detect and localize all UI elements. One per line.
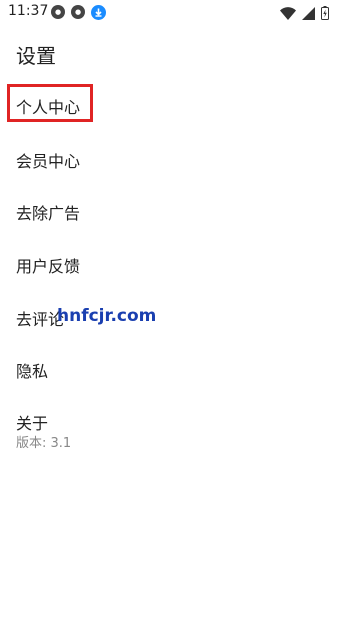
notification-circle-icon: ●: [71, 5, 85, 19]
status-time: 11:37: [8, 3, 49, 19]
menu-item-user-feedback[interactable]: 用户反馈: [16, 253, 80, 277]
status-bar: 11:37 ● ●: [0, 0, 353, 26]
notification-circle-icon: ●: [51, 5, 65, 19]
page-title: 设置: [16, 44, 56, 68]
watermark: hnfcjr.com: [57, 306, 157, 326]
menu-item-remove-ads[interactable]: 去除广告: [16, 200, 80, 224]
wifi-icon: [280, 5, 296, 24]
battery-charging-icon: [321, 5, 329, 24]
menu-item-about[interactable]: 关于: [16, 410, 48, 434]
status-right-icons: [280, 5, 329, 24]
version-label: 版本: 3.1: [16, 436, 72, 451]
menu-item-privacy[interactable]: 隐私: [16, 358, 48, 382]
menu-item-personal-center[interactable]: 个人中心: [16, 94, 80, 118]
download-icon: [91, 5, 106, 20]
menu-item-member-center[interactable]: 会员中心: [16, 148, 80, 172]
signal-icon: [302, 5, 315, 24]
